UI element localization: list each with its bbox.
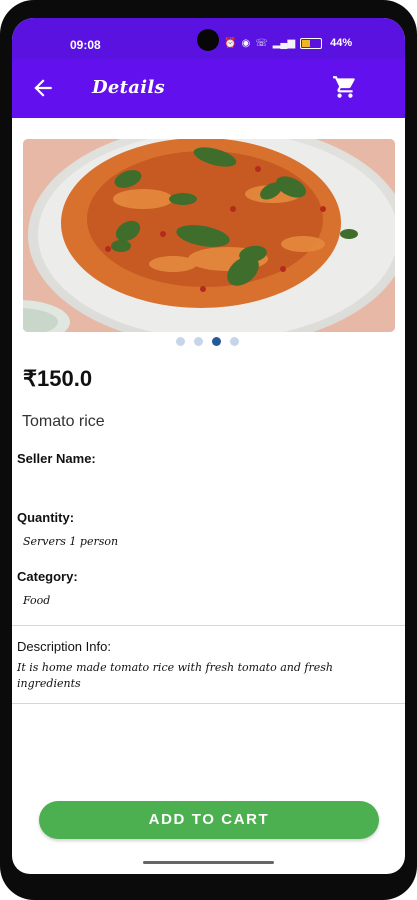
cart-icon[interactable] <box>332 74 358 100</box>
section-divider <box>12 703 405 704</box>
category-label: Category: <box>17 569 78 584</box>
category-value: Food <box>23 594 51 607</box>
carousel-dot[interactable] <box>176 337 185 346</box>
app-screen: 09:08 ⏰ ◉ ☏ ▂▄▆ 44% Details ₹150.0 Tomat… <box>12 18 405 874</box>
app-bar: Details <box>12 59 405 118</box>
description-value: It is home made tomato rice with fresh t… <box>17 661 333 690</box>
carousel-dot[interactable] <box>230 337 239 346</box>
status-bar: 09:08 ⏰ ◉ ☏ ▂▄▆ 44% <box>12 18 405 59</box>
carousel-dot-active[interactable] <box>212 337 221 346</box>
front-camera <box>197 29 219 51</box>
alarm-icon: ⏰ <box>224 37 237 49</box>
food-photo <box>23 139 395 332</box>
battery-icon <box>300 37 323 49</box>
product-image[interactable] <box>23 139 395 332</box>
product-price: ₹150.0 <box>23 366 93 391</box>
wifi-icon: ◉ <box>241 37 251 49</box>
call-icon: ☏ <box>255 37 268 49</box>
carousel-indicator <box>176 337 239 346</box>
add-to-cart-button[interactable]: ADD TO CART <box>39 801 379 839</box>
home-indicator[interactable] <box>143 861 274 864</box>
section-divider <box>12 625 405 626</box>
quantity-value: Servers 1 person <box>23 535 119 548</box>
quantity-label: Quantity: <box>17 510 75 525</box>
signal-icon: ▂▄▆ <box>272 37 296 49</box>
description-label: Description Info: <box>17 639 111 654</box>
status-icons: ⏰ ◉ ☏ ▂▄▆ 44% <box>224 37 352 49</box>
battery-percent: 44% <box>330 37 353 49</box>
page-title: Details <box>92 77 165 98</box>
carousel-dot[interactable] <box>194 337 203 346</box>
arrow-left-icon[interactable] <box>30 75 56 101</box>
device-frame: 09:08 ⏰ ◉ ☏ ▂▄▆ 44% Details ₹150.0 Tomat… <box>0 0 417 900</box>
product-name: Tomato rice <box>22 413 105 430</box>
seller-label: Seller Name: <box>17 451 96 466</box>
status-time: 09:08 <box>70 38 101 52</box>
